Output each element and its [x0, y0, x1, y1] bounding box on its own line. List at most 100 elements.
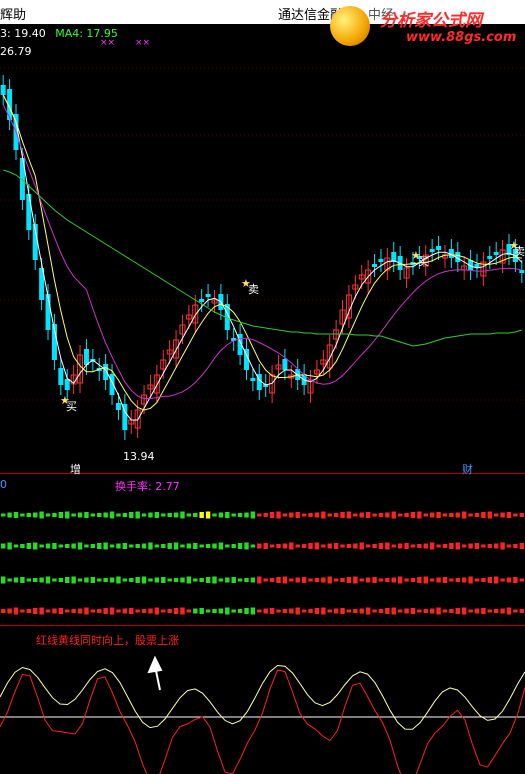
turnover-bar	[378, 609, 384, 613]
turnover-bar	[468, 576, 473, 584]
turnover-bar	[237, 609, 243, 613]
turnover-bar	[231, 513, 236, 517]
sell-signal: 卖	[248, 283, 259, 296]
turnover-bar	[340, 578, 345, 582]
turnover-bar	[423, 576, 428, 584]
turnover-bar	[225, 512, 230, 518]
turnover-bar	[161, 609, 166, 613]
turnover-bar	[33, 578, 38, 582]
turnover-bar	[449, 609, 454, 613]
turnover-bar	[461, 607, 467, 615]
turnover-bar	[13, 512, 19, 518]
turnover-bar	[423, 609, 428, 613]
turnover-bar	[225, 577, 230, 583]
turnover-bar	[461, 544, 467, 548]
turnover-bar	[205, 544, 211, 548]
turnover-bar	[84, 544, 89, 548]
turnover-bar	[391, 577, 396, 583]
turnover-bar	[506, 577, 512, 583]
turnover-bar	[20, 513, 25, 517]
turnover-bar	[417, 577, 422, 583]
turnover-bar	[180, 607, 185, 615]
turnover-bar	[154, 607, 160, 615]
turnover-bar	[455, 578, 460, 582]
turnover-bar	[109, 577, 115, 583]
turnover-bar	[340, 608, 345, 614]
turnover-bar	[314, 512, 320, 518]
turnover-bar	[58, 608, 64, 614]
turnover-bar	[423, 513, 428, 517]
turnover-bar	[77, 512, 83, 518]
turnover-bar	[237, 513, 243, 517]
turnover-bar	[340, 544, 345, 548]
turnover-bar	[487, 609, 492, 613]
turnover-bar	[372, 577, 377, 583]
turnover-bar	[289, 608, 294, 614]
turnover-bar	[199, 578, 204, 582]
turnover-bar	[474, 608, 480, 614]
candle-down	[282, 359, 288, 370]
turnover-bar	[429, 542, 435, 550]
turnover-bar	[250, 511, 256, 519]
turnover-bar	[141, 543, 147, 549]
turnover-bar	[135, 511, 140, 519]
indicator-line-yellow	[0, 664, 525, 730]
turnover-bar	[333, 608, 339, 614]
turnover-bar	[282, 609, 288, 613]
turnover-bar	[173, 542, 179, 550]
candle-down	[519, 270, 525, 273]
turnover-bar	[116, 543, 121, 549]
turnover-bar	[289, 512, 294, 518]
turnover-bar	[90, 513, 96, 517]
turnover-bar	[109, 544, 115, 548]
sell-signal: 卖	[514, 245, 525, 258]
turnover-bar	[321, 511, 326, 519]
turnover-bar	[449, 578, 454, 582]
buy-signal: 买	[66, 400, 77, 413]
turnover-bar	[493, 609, 499, 613]
turnover-bar	[129, 512, 134, 518]
turnover-bar	[276, 511, 281, 519]
turnover-bar	[84, 577, 89, 583]
turnover-bar	[45, 543, 51, 549]
candle-down	[83, 349, 89, 365]
turnover-bar	[39, 544, 44, 548]
turnover-bar	[282, 576, 288, 584]
turnover-bar	[7, 578, 12, 582]
event-tag: 财	[462, 463, 473, 476]
turnover-bar	[301, 544, 307, 548]
candle-down	[436, 246, 442, 250]
turnover-bar	[276, 544, 281, 548]
turnover-bar	[365, 607, 371, 615]
indicator-line-red	[0, 669, 525, 774]
turnover-bar	[218, 512, 224, 518]
turnover-bar	[263, 543, 268, 549]
turnover-bar	[449, 543, 454, 549]
candle-down	[205, 294, 211, 297]
turnover-bar	[212, 609, 217, 613]
turnover-bar	[263, 578, 268, 582]
turnover-bar	[116, 609, 121, 613]
indicator-note: 红线黄线同时向上，股票上涨	[36, 634, 179, 647]
turnover-bar	[487, 577, 492, 583]
turnover-bar	[116, 576, 121, 584]
turnover-bar	[167, 609, 172, 613]
turnover-bar	[77, 542, 83, 550]
turnover-bar	[385, 608, 390, 614]
turnover-bar	[282, 543, 288, 549]
turnover-bar	[378, 578, 384, 582]
turnover-bar	[263, 513, 268, 517]
turnover-bar	[20, 544, 25, 548]
turnover-bar	[148, 512, 153, 518]
kline-chart[interactable]: ★★★★	[0, 0, 525, 774]
turnover-bar	[308, 578, 313, 582]
turnover-bar	[295, 544, 300, 548]
turnover-bar	[250, 607, 256, 615]
turnover-bar	[423, 543, 428, 549]
turnover-bar	[481, 578, 486, 582]
turnover-bar	[321, 544, 326, 548]
turnover-bar	[129, 544, 134, 548]
turnover-bar	[500, 608, 505, 614]
turnover-bar	[141, 576, 147, 584]
turnover-bar	[397, 576, 403, 584]
